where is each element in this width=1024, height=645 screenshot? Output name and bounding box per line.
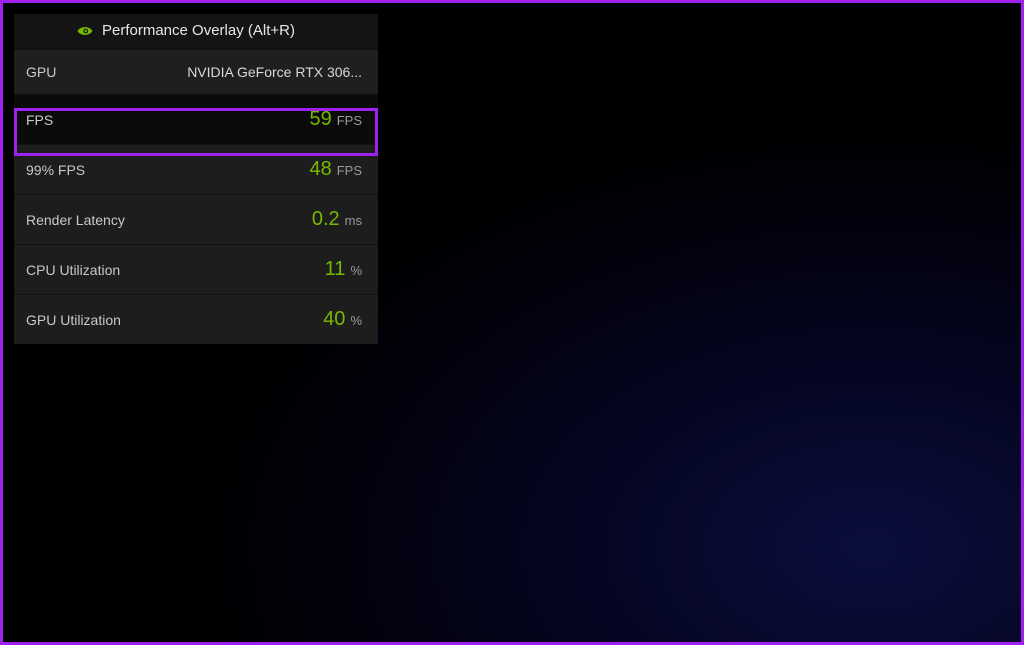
unit-cpu-utilization: % — [350, 263, 362, 278]
row-cpu-utilization: CPU Utilization 11 % — [14, 244, 378, 294]
value-fps: 59 — [309, 108, 331, 131]
unit-fps: FPS — [337, 113, 362, 128]
overlay-header: Performance Overlay (Alt+R) — [14, 14, 378, 49]
overlay-title: Performance Overlay (Alt+R) — [102, 22, 295, 39]
row-gpu-utilization: GPU Utilization 40 % — [14, 294, 378, 344]
unit-fps99: FPS — [337, 163, 362, 178]
nvidia-eye-icon — [76, 24, 94, 38]
row-fps99: 99% FPS 48 FPS — [14, 144, 378, 194]
value-gpu: NVIDIA GeForce RTX 306... — [187, 64, 362, 80]
label-fps99: 99% FPS — [26, 162, 85, 178]
value-gpu-utilization: 40 — [323, 308, 345, 331]
row-gpu: GPU NVIDIA GeForce RTX 306... — [14, 49, 378, 94]
label-gpu-utilization: GPU Utilization — [26, 312, 121, 328]
label-cpu-utilization: CPU Utilization — [26, 262, 120, 278]
value-fps99: 48 — [309, 158, 331, 181]
performance-overlay-panel: Performance Overlay (Alt+R) GPU NVIDIA G… — [14, 14, 378, 344]
row-render-latency: Render Latency 0.2 ms — [14, 194, 378, 244]
value-render-latency: 0.2 — [312, 208, 340, 231]
unit-gpu-utilization: % — [350, 313, 362, 328]
unit-render-latency: ms — [345, 213, 362, 228]
value-cpu-utilization: 11 — [325, 258, 346, 281]
row-fps: FPS 59 FPS — [14, 94, 378, 144]
label-gpu: GPU — [26, 64, 56, 80]
label-render-latency: Render Latency — [26, 212, 125, 228]
label-fps: FPS — [26, 112, 53, 128]
